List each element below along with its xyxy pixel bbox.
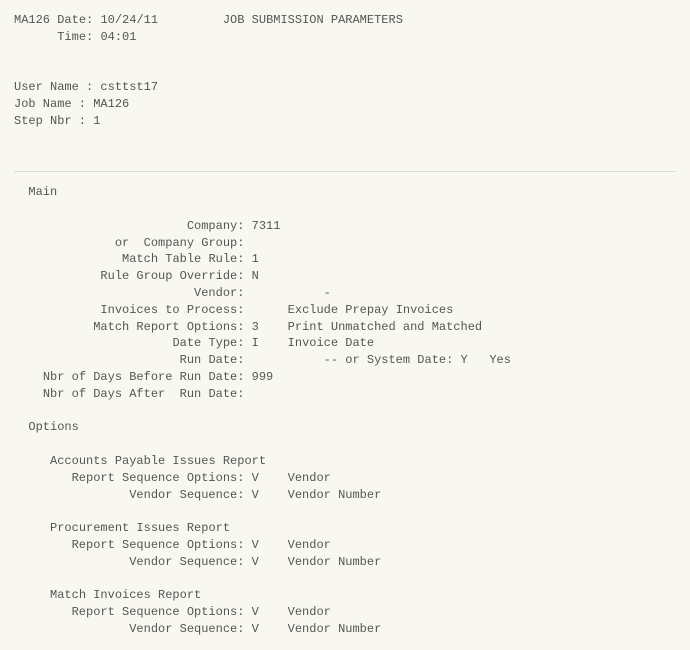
- options-section-label: Options: [14, 419, 676, 436]
- vendor-seq-label: Vendor Sequence:: [129, 555, 244, 569]
- match-report-seq-line: Report Sequence Options: V Vendor: [14, 604, 676, 621]
- date-type-label: Date Type:: [172, 336, 244, 350]
- report-page: MA126 Date: 10/24/11 JOB SUBMISSION PARA…: [0, 0, 690, 650]
- nbr-days-before-line: Nbr of Days Before Run Date: 999: [14, 369, 676, 386]
- invoices-to-process-line: Invoices to Process: Exclude Prepay Invo…: [14, 302, 676, 319]
- report-seq-label: Report Sequence Options:: [72, 605, 245, 619]
- date-type-value: I: [252, 336, 259, 350]
- report-seq-value: V: [252, 471, 259, 485]
- blank: [14, 503, 676, 520]
- proc-report-seq-line: Report Sequence Options: V Vendor: [14, 537, 676, 554]
- run-date-label: Run Date:: [180, 353, 245, 367]
- match-report-options-label: Match Report Options:: [93, 320, 244, 334]
- report-seq-desc: Vendor: [288, 605, 331, 619]
- ap-report-seq-line: Report Sequence Options: V Vendor: [14, 470, 676, 487]
- company-value: 7311: [252, 219, 281, 233]
- user-name-label: User Name :: [14, 80, 93, 94]
- ap-issues-report-label: Accounts Payable Issues Report: [14, 453, 676, 470]
- job-name-label: Job Name :: [14, 97, 86, 111]
- report-seq-desc: Vendor: [288, 538, 331, 552]
- vendor-seq-label: Vendor Sequence:: [129, 622, 244, 636]
- program-id: MA126: [14, 13, 50, 27]
- match-table-rule-line: Match Table Rule: 1: [14, 251, 676, 268]
- nbr-days-after-label: Nbr of Days After Run Date:: [43, 387, 245, 401]
- vendor-seq-label: Vendor Sequence:: [129, 488, 244, 502]
- blank: [14, 403, 676, 420]
- page-title: JOB SUBMISSION PARAMETERS: [223, 13, 403, 27]
- invoices-to-process-desc: Exclude Prepay Invoices: [288, 303, 454, 317]
- nbr-days-before-value: 999: [252, 370, 274, 384]
- job-name-line: Job Name : MA126: [14, 96, 676, 113]
- match-table-rule-value: 1: [252, 252, 259, 266]
- blank: [14, 571, 676, 588]
- date-type-desc: Invoice Date: [288, 336, 374, 350]
- invoices-to-process-label: Invoices to Process:: [100, 303, 244, 317]
- job-name-value: MA126: [93, 97, 129, 111]
- report-seq-value: V: [252, 605, 259, 619]
- vendor-seq-value: V: [252, 488, 259, 502]
- main-section-label: Main: [14, 184, 676, 201]
- proc-issues-report-label: Procurement Issues Report: [14, 520, 676, 537]
- vendor-seq-desc: Vendor Number: [288, 555, 382, 569]
- user-name-line: User Name : csttst17: [14, 79, 676, 96]
- vendor-seq-value: V: [252, 555, 259, 569]
- blank: [14, 436, 676, 453]
- run-date-sep: -- or System Date:: [324, 353, 454, 367]
- nbr-days-after-line: Nbr of Days After Run Date:: [14, 386, 676, 403]
- header-line-2: Time: 04:01: [14, 29, 676, 46]
- date-type-line: Date Type: I Invoice Date: [14, 335, 676, 352]
- company-group-line: or Company Group:: [14, 235, 676, 252]
- time-label: Time:: [57, 30, 93, 44]
- date-value: 10/24/11: [100, 13, 158, 27]
- match-table-rule-label: Match Table Rule:: [122, 252, 244, 266]
- rule-group-override-line: Rule Group Override: N: [14, 268, 676, 285]
- step-nbr-label: Step Nbr :: [14, 114, 86, 128]
- time-value: 04:01: [100, 30, 136, 44]
- company-line: Company: 7311: [14, 218, 676, 235]
- report-seq-label: Report Sequence Options:: [72, 471, 245, 485]
- report-seq-value: V: [252, 538, 259, 552]
- match-invoices-report-label: Match Invoices Report: [14, 587, 676, 604]
- nbr-days-before-label: Nbr of Days Before Run Date:: [43, 370, 245, 384]
- blank: [14, 46, 676, 63]
- blank: [14, 62, 676, 79]
- system-date-desc: Yes: [489, 353, 511, 367]
- company-label: Company:: [187, 219, 245, 233]
- rule-group-override-value: N: [252, 269, 259, 283]
- ap-vendor-seq-line: Vendor Sequence: V Vendor Number: [14, 487, 676, 504]
- step-nbr-line: Step Nbr : 1: [14, 113, 676, 130]
- vendor-seq-desc: Vendor Number: [288, 622, 382, 636]
- header-line-1: MA126 Date: 10/24/11 JOB SUBMISSION PARA…: [14, 12, 676, 29]
- vendor-line: Vendor: -: [14, 285, 676, 302]
- blank: [14, 146, 676, 163]
- divider: [14, 171, 676, 172]
- date-label: Date:: [57, 13, 93, 27]
- company-group-label: or Company Group:: [115, 236, 245, 250]
- vendor-value: -: [324, 286, 331, 300]
- vendor-seq-desc: Vendor Number: [288, 488, 382, 502]
- step-nbr-value: 1: [93, 114, 100, 128]
- match-vendor-seq-line: Vendor Sequence: V Vendor Number: [14, 621, 676, 638]
- system-date-value: Y: [461, 353, 468, 367]
- rule-group-override-label: Rule Group Override:: [100, 269, 244, 283]
- match-report-options-desc: Print Unmatched and Matched: [288, 320, 482, 334]
- blank: [14, 130, 676, 147]
- run-date-line: Run Date: -- or System Date: Y Yes: [14, 352, 676, 369]
- report-seq-label: Report Sequence Options:: [72, 538, 245, 552]
- blank: [14, 201, 676, 218]
- match-report-options-line: Match Report Options: 3 Print Unmatched …: [14, 319, 676, 336]
- proc-vendor-seq-line: Vendor Sequence: V Vendor Number: [14, 554, 676, 571]
- vendor-label: Vendor:: [194, 286, 244, 300]
- report-seq-desc: Vendor: [288, 471, 331, 485]
- vendor-seq-value: V: [252, 622, 259, 636]
- user-name-value: csttst17: [100, 80, 158, 94]
- match-report-options-value: 3: [252, 320, 259, 334]
